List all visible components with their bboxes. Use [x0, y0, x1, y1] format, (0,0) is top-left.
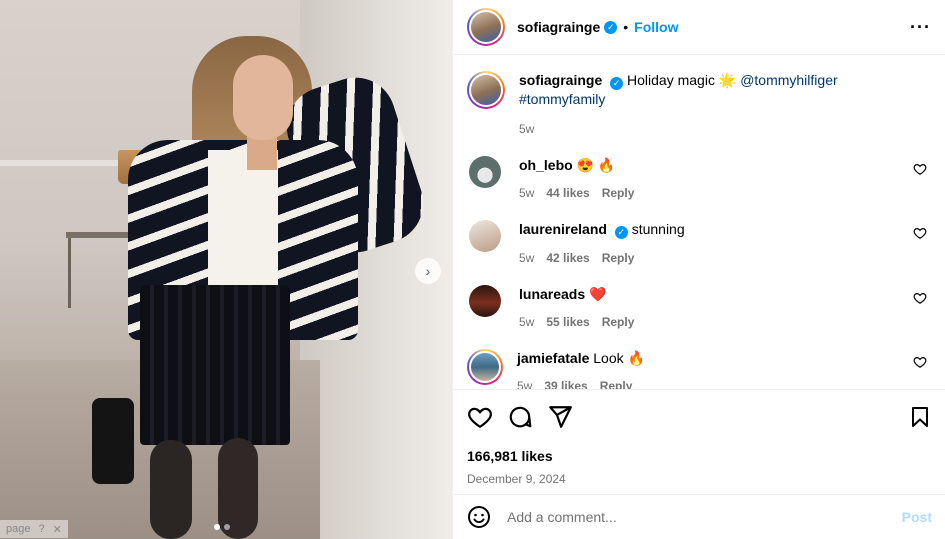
post-comment-button[interactable]: Post	[902, 509, 932, 525]
comment-icon[interactable]	[507, 404, 533, 430]
comment-text: stunning	[631, 221, 685, 237]
verified-icon: ✓	[610, 77, 624, 90]
caption-emoji: 🌟	[718, 72, 737, 88]
heart-icon[interactable]	[467, 404, 493, 430]
comment-emoji: 🔥	[627, 350, 645, 366]
comment-likes[interactable]: 55 likes	[546, 313, 589, 331]
comment-reply-button[interactable]: Reply	[602, 249, 635, 267]
comment-avatar[interactable]	[467, 349, 503, 385]
photo-skirt	[140, 285, 290, 445]
comment-item: oh_lebo 😍 🔥 5w 44 likes Reply	[467, 156, 931, 202]
comment-avatar[interactable]	[469, 285, 501, 317]
comment-heart-icon[interactable]	[913, 291, 927, 305]
caption-avatar[interactable]	[467, 71, 505, 109]
comment-age: 5w	[519, 186, 535, 200]
post-side-panel: sofiagrainge ✓ • Follow ··· sofiagrainge…	[452, 0, 945, 539]
photo-shirt	[208, 150, 278, 290]
more-icon[interactable]: ···	[910, 17, 931, 38]
likes-count[interactable]: 166,981 likes	[467, 448, 932, 464]
comment-likes[interactable]: 44 likes	[546, 184, 589, 202]
comment-reply-button[interactable]: Reply	[602, 313, 635, 331]
comments-list[interactable]: sofiagrainge ✓ Holiday magic 🌟 @tommyhil…	[453, 55, 945, 389]
post-photo[interactable]: › page ? ✕	[0, 0, 452, 539]
caption-username[interactable]: sofiagrainge	[519, 72, 602, 88]
caption-hashtag[interactable]: #tommyfamily	[519, 90, 838, 108]
carousel-dot	[224, 524, 230, 530]
comment-username[interactable]: lunareads	[519, 286, 585, 302]
photo-face	[233, 55, 293, 140]
comment-item: jamiefatale Look 🔥 5w 39 likes Reply	[467, 349, 931, 389]
caption-mention[interactable]: @tommyhilfiger	[740, 72, 837, 88]
comment-item: lunareads ❤️ 5w 55 likes Reply	[467, 285, 931, 331]
post-header: sofiagrainge ✓ • Follow ···	[453, 0, 945, 55]
post-caption: sofiagrainge ✓ Holiday magic 🌟 @tommyhil…	[467, 71, 931, 138]
close-icon[interactable]: ✕	[53, 523, 62, 536]
caption-text: Holiday magic	[627, 72, 715, 88]
comment-text: Look	[593, 350, 624, 366]
comment-item: laurenireland ✓ stunning 5w 42 likes Rep…	[467, 220, 931, 267]
photo-leg	[150, 440, 192, 539]
comment-age: 5w	[519, 251, 535, 265]
author-username[interactable]: sofiagrainge	[517, 19, 600, 35]
verified-icon: ✓	[614, 226, 628, 239]
comment-username[interactable]: laurenireland	[519, 221, 607, 237]
chevron-right-icon: ›	[425, 263, 431, 279]
verified-icon: ✓	[604, 20, 618, 34]
comment-reply-button[interactable]: Reply	[602, 184, 635, 202]
emoji-icon[interactable]	[467, 505, 491, 529]
caption-age: 5w	[519, 122, 535, 136]
comment-likes[interactable]: 39 likes	[544, 377, 587, 389]
comment-username[interactable]: jamiefatale	[517, 350, 589, 366]
comment-heart-icon[interactable]	[913, 162, 927, 176]
save-icon[interactable]	[908, 405, 932, 429]
comment-avatar[interactable]	[469, 156, 501, 188]
header-separator: •	[623, 19, 629, 35]
comment-username[interactable]: oh_lebo	[519, 157, 573, 173]
comment-avatar[interactable]	[469, 220, 501, 252]
photo-table-leg	[68, 238, 71, 308]
carousel-dot-active	[214, 524, 220, 530]
follow-button[interactable]: Follow	[634, 19, 678, 35]
comment-likes[interactable]: 42 likes	[546, 249, 589, 267]
post-actions: 166,981 likes December 9, 2024	[453, 389, 945, 486]
overlay-hint[interactable]: page ? ✕	[0, 520, 68, 538]
help-icon[interactable]: ?	[38, 523, 44, 535]
comment-emoji: 😍 🔥	[576, 157, 616, 173]
carousel-next-button[interactable]: ›	[415, 258, 441, 284]
carousel-dots	[214, 524, 230, 530]
post-date: December 9, 2024	[467, 472, 566, 486]
comment-composer: Add a comment... Post	[453, 494, 945, 539]
comment-heart-icon[interactable]	[913, 226, 927, 240]
comment-input[interactable]: Add a comment...	[507, 509, 902, 525]
comment-emoji: ❤️	[589, 286, 607, 302]
comment-heart-icon[interactable]	[913, 355, 927, 369]
comment-age: 5w	[517, 379, 533, 389]
comment-age: 5w	[519, 315, 535, 329]
overlay-hint-label: page	[6, 523, 31, 535]
comment-reply-button[interactable]: Reply	[600, 377, 633, 389]
author-avatar[interactable]	[467, 8, 505, 46]
photo-handbag	[92, 398, 134, 484]
share-icon[interactable]	[547, 404, 573, 430]
